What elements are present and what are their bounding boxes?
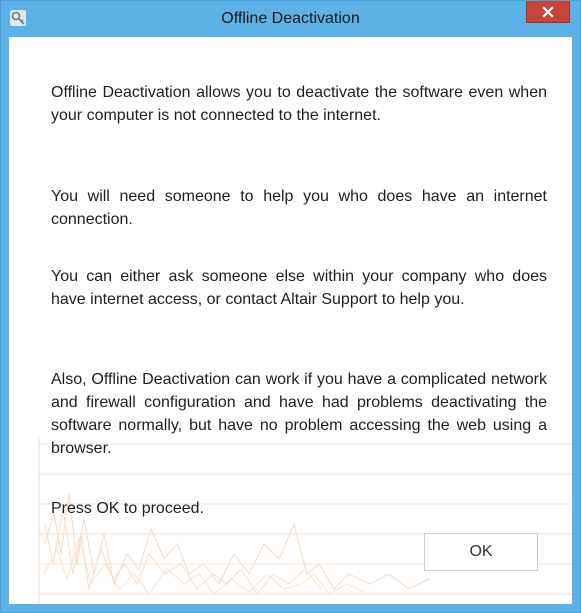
ok-button[interactable]: OK bbox=[424, 533, 538, 571]
window-title: Offline Deactivation bbox=[221, 10, 360, 27]
close-icon bbox=[542, 5, 554, 18]
message-paragraph-4: Also, Offline Deactivation can work if y… bbox=[51, 371, 547, 457]
message-paragraph-1: Offline Deactivation allows you to deact… bbox=[51, 84, 547, 124]
dialog-body: Offline Deactivation allows you to deact… bbox=[9, 37, 572, 604]
message-paragraph-2: You will need someone to help you who do… bbox=[51, 188, 547, 228]
message-paragraph-3: You can either ask someone else within y… bbox=[51, 268, 547, 308]
message-paragraph-5: Press OK to proceed. bbox=[51, 500, 204, 517]
close-button[interactable] bbox=[526, 1, 570, 23]
dialog-window: Offline Deactivation Offline Deactivatio… bbox=[0, 0, 581, 613]
title-bar[interactable]: Offline Deactivation bbox=[1, 1, 580, 37]
